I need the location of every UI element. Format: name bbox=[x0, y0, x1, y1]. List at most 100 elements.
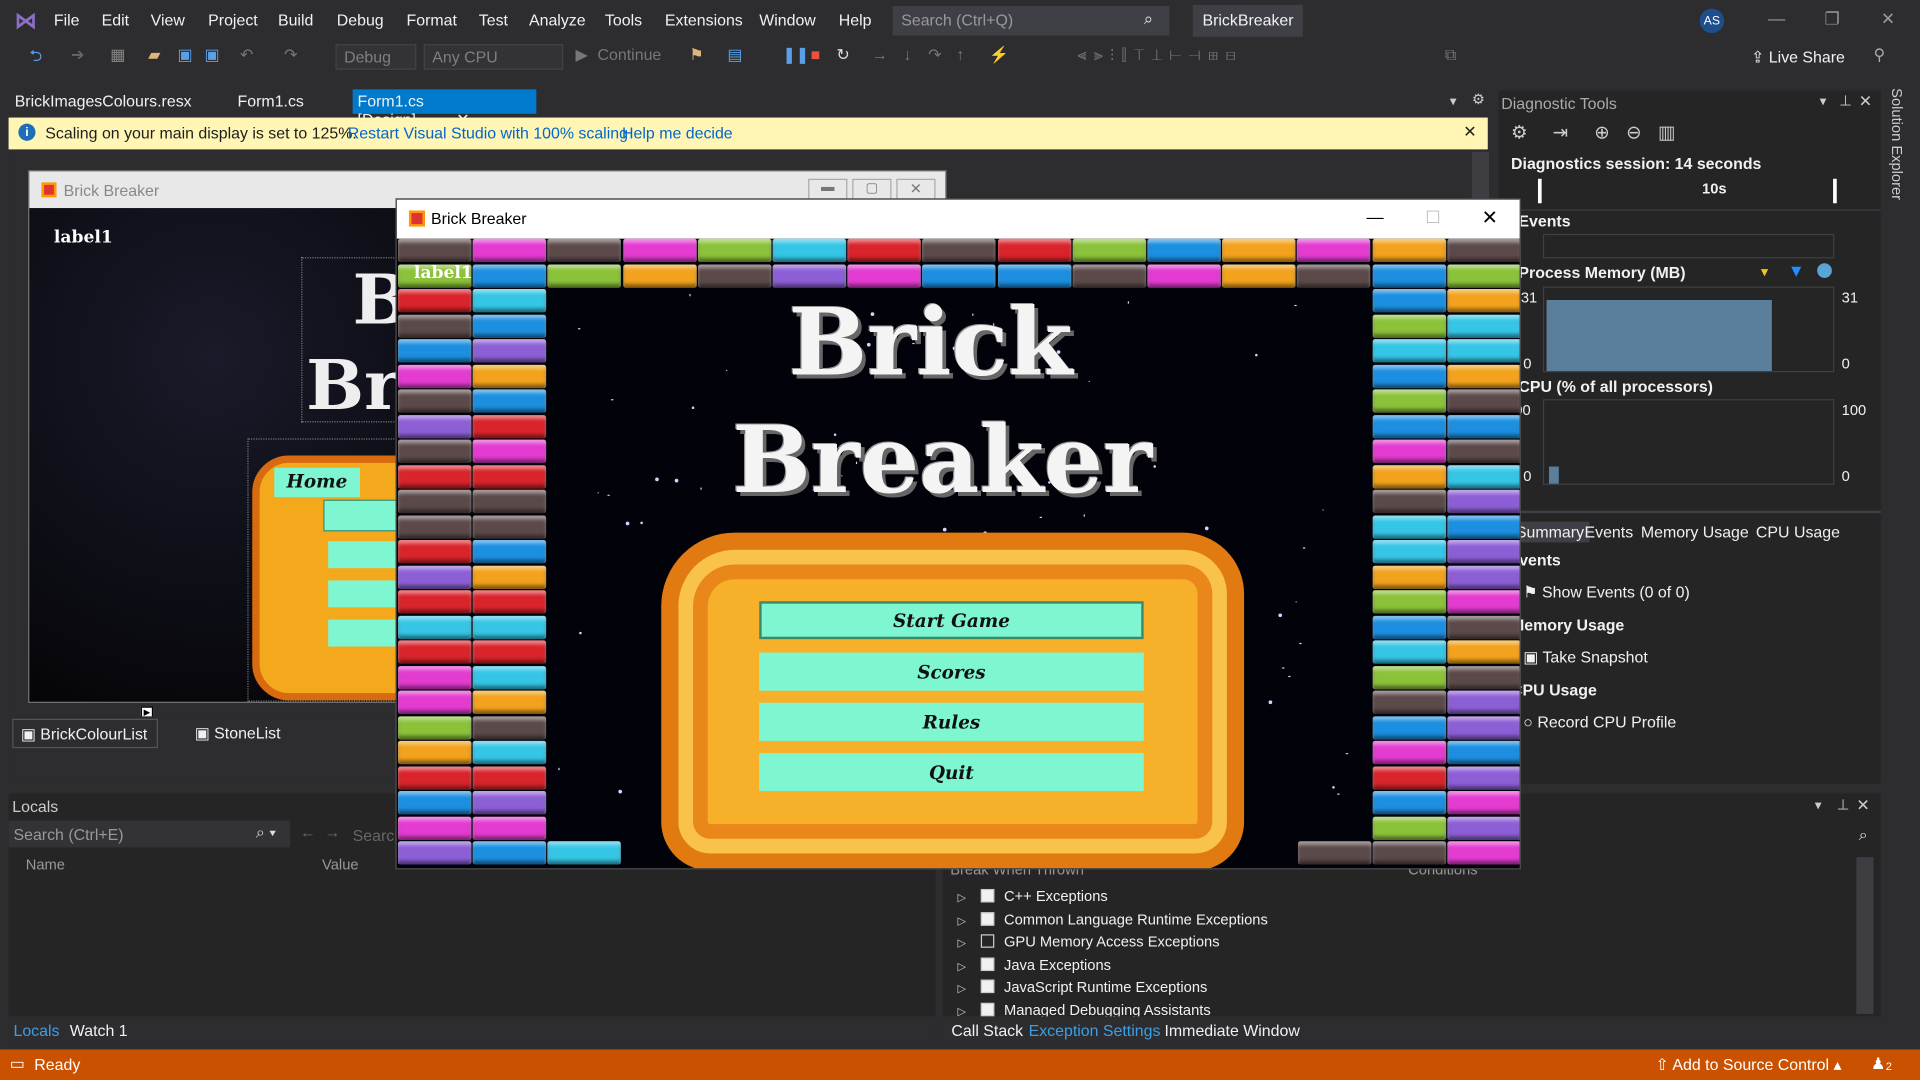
expand-icon[interactable]: ▷ bbox=[958, 959, 966, 971]
tab-locals[interactable]: Locals bbox=[13, 1021, 59, 1039]
solution-explorer-side-tab[interactable]: Solution Explorer bbox=[1886, 88, 1905, 210]
exception-row[interactable]: ▷ Java Exceptions bbox=[958, 956, 1111, 973]
step-into-icon[interactable]: ↓ bbox=[904, 45, 912, 63]
menu-help[interactable]: Help bbox=[839, 11, 872, 29]
redo-icon[interactable]: ↷ bbox=[284, 45, 297, 65]
tab-brickimagescolours[interactable]: BrickImagesColours.resx bbox=[10, 89, 197, 113]
pause-icon[interactable]: ❚❚ bbox=[782, 45, 809, 65]
record-cpu-profile-button[interactable]: ○ Record CPU Profile bbox=[1523, 713, 1676, 731]
open-folder-icon[interactable]: ▰ bbox=[148, 45, 160, 65]
save-all-icon[interactable]: ▣ bbox=[204, 45, 219, 65]
tab-cpu-usage[interactable]: CPU Usage bbox=[1756, 523, 1840, 541]
scores-button[interactable]: Scores bbox=[759, 652, 1144, 691]
start-game-button[interactable]: Start Game bbox=[759, 601, 1144, 640]
game-maximize-icon[interactable]: ☐ bbox=[1425, 207, 1440, 228]
step-over-icon[interactable]: ↷ bbox=[928, 45, 941, 65]
step-out-icon[interactable]: ↑ bbox=[956, 45, 964, 63]
exception-checkbox[interactable] bbox=[980, 979, 995, 994]
quick-search-input[interactable]: Search (Ctrl+Q) bbox=[892, 6, 1170, 36]
platform-select[interactable]: Any CPU bbox=[423, 44, 564, 70]
exception-row[interactable]: ▷ JavaScript Runtime Exceptions bbox=[958, 978, 1208, 995]
settings-gear-icon[interactable]: ⚙ bbox=[1472, 91, 1485, 108]
reset-zoom-icon[interactable]: ▥ bbox=[1658, 121, 1675, 143]
exception-row[interactable]: ▷ Common Language Runtime Exceptions bbox=[958, 910, 1268, 927]
minimize-icon[interactable]: — bbox=[1768, 9, 1785, 29]
game-close-icon[interactable]: ✕ bbox=[1482, 206, 1498, 230]
expand-icon[interactable]: ▷ bbox=[958, 891, 966, 903]
tab-watch1[interactable]: Watch 1 bbox=[70, 1021, 128, 1039]
take-snapshot-button[interactable]: ▣ Take Snapshot bbox=[1523, 648, 1648, 668]
memory-graph[interactable] bbox=[1542, 286, 1835, 373]
menu-tools[interactable]: Tools bbox=[605, 11, 642, 29]
settings-icon[interactable]: ⚙ bbox=[1511, 121, 1527, 143]
continue-button[interactable]: Continue bbox=[598, 45, 662, 63]
tab-events[interactable]: Events bbox=[1585, 523, 1634, 541]
back-icon[interactable]: ⮌ bbox=[29, 45, 42, 72]
pane-close-icon[interactable]: ✕ bbox=[1859, 92, 1872, 112]
search-forward-icon[interactable]: → bbox=[324, 823, 340, 841]
events-track[interactable] bbox=[1542, 233, 1835, 259]
tab-summary[interactable]: Summary bbox=[1511, 521, 1589, 543]
new-project-icon[interactable]: ▦ bbox=[110, 45, 125, 65]
tab-form1-design[interactable]: Form1.cs [Design]⊸✕ bbox=[352, 89, 537, 129]
expand-icon[interactable]: ▷ bbox=[958, 1005, 966, 1017]
game-minimize-icon[interactable]: — bbox=[1367, 207, 1384, 227]
restart-icon[interactable]: ↻ bbox=[836, 45, 849, 65]
tab-immediate-window[interactable]: Immediate Window bbox=[1164, 1021, 1299, 1039]
stop-icon[interactable]: ■ bbox=[811, 45, 821, 63]
undo-icon[interactable]: ↶ bbox=[240, 45, 253, 65]
menu-edit[interactable]: Edit bbox=[102, 11, 129, 29]
tab-call-stack[interactable]: Call Stack bbox=[951, 1021, 1023, 1039]
exception-checkbox[interactable] bbox=[980, 956, 995, 971]
layout-align-icons[interactable]: ⫷⫸⫶⫿⊤⊥⊢⊣⊞⊟ bbox=[1078, 45, 1243, 65]
menu-build[interactable]: Build bbox=[278, 11, 313, 29]
menu-file[interactable]: File bbox=[54, 11, 80, 29]
pane-dropdown-icon[interactable]: ▾ bbox=[1820, 93, 1827, 109]
game-window[interactable]: Brick Breaker — ☐ ✕ label1 Brick Breaker… bbox=[395, 198, 1521, 870]
pane-close-icon[interactable]: ✕ bbox=[1856, 796, 1869, 816]
continue-icon[interactable]: ▶ bbox=[576, 45, 588, 65]
expand-icon[interactable]: ▷ bbox=[958, 914, 966, 926]
attach-icon[interactable]: ⚑ bbox=[689, 45, 703, 65]
menu-test[interactable]: Test bbox=[479, 11, 508, 29]
zoom-out-icon[interactable]: ⊖ bbox=[1626, 121, 1641, 143]
exception-row[interactable]: ▷ GPU Memory Access Exceptions bbox=[958, 933, 1220, 950]
component-brickcolourlist[interactable]: ▣ BrickColourList bbox=[12, 718, 158, 749]
exception-checkbox[interactable] bbox=[980, 934, 995, 948]
restart-scaling-link[interactable]: Restart Visual Studio with 100% scaling bbox=[348, 124, 628, 142]
live-share-button[interactable]: ⇪ Live Share bbox=[1751, 48, 1845, 68]
feedback-icon[interactable]: ⚲ bbox=[1873, 45, 1885, 65]
show-next-statement-icon[interactable]: → bbox=[872, 45, 888, 63]
restore-icon[interactable]: ❐ bbox=[1825, 9, 1840, 30]
exception-checkbox[interactable] bbox=[980, 1002, 995, 1016]
column-name[interactable]: Name bbox=[26, 856, 65, 873]
menu-extensions[interactable]: Extensions bbox=[665, 11, 743, 29]
avatar[interactable]: AS bbox=[1699, 8, 1725, 34]
pin-icon[interactable]: ⊥ bbox=[1837, 796, 1850, 813]
search-icon[interactable]: ⌕ bbox=[1859, 825, 1868, 845]
zoom-in-icon[interactable]: ⊕ bbox=[1594, 121, 1609, 143]
tab-dropdown-icon[interactable]: ▾ bbox=[1450, 93, 1457, 109]
hot-reload-icon[interactable]: ⚡ bbox=[989, 45, 1009, 65]
exception-checkbox[interactable] bbox=[980, 888, 995, 903]
exception-row[interactable]: ▷ C++ Exceptions bbox=[958, 888, 1108, 905]
exception-scrollbar[interactable] bbox=[1856, 857, 1874, 1014]
quit-button[interactable]: Quit bbox=[759, 753, 1144, 792]
show-events-link[interactable]: ⚑ Show Events (0 of 0) bbox=[1523, 583, 1689, 603]
pane-dropdown-icon[interactable]: ▾ bbox=[1815, 797, 1822, 813]
pin-icon[interactable]: ⊥ bbox=[1839, 92, 1852, 109]
menu-project[interactable]: Project bbox=[208, 11, 258, 29]
layout-extra-icon[interactable]: ⧉ bbox=[1445, 45, 1456, 65]
timeline-ruler[interactable] bbox=[1537, 178, 1837, 204]
locals-search-input[interactable]: Search (Ctrl+E) bbox=[8, 820, 291, 848]
add-to-source-control[interactable]: ⇧ Add to Source Control ▴ bbox=[1656, 1056, 1842, 1076]
save-icon[interactable]: ▣ bbox=[178, 45, 193, 65]
close-icon[interactable]: ✕ bbox=[1881, 9, 1895, 30]
forward-icon[interactable]: ➔ bbox=[71, 45, 84, 65]
cpu-graph[interactable] bbox=[1542, 399, 1835, 485]
help-me-decide-link[interactable]: Help me decide bbox=[622, 124, 733, 142]
tab-memory-usage[interactable]: Memory Usage bbox=[1641, 523, 1749, 541]
rules-button[interactable]: Rules bbox=[759, 702, 1144, 741]
expand-icon[interactable]: ▷ bbox=[958, 982, 966, 994]
notifications-icon[interactable]: ♟ bbox=[1871, 1054, 1885, 1074]
